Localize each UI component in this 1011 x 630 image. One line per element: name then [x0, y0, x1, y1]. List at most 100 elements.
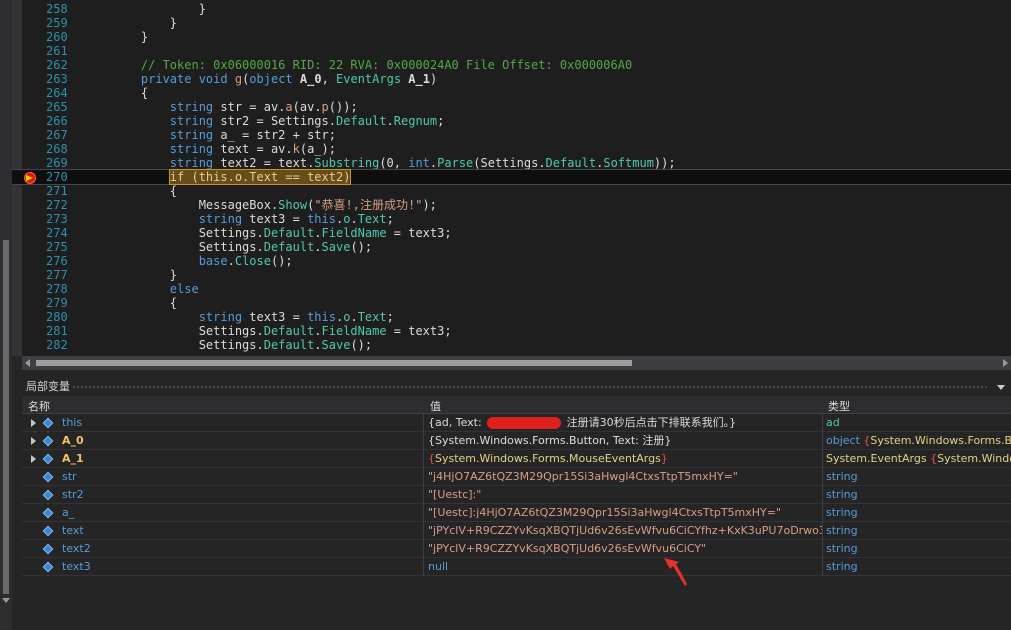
locals-row[interactable]: str "j4HjO7AZ6tQZ3M29Qpr15Si3aHwgl4CtxsTt…: [22, 468, 1011, 486]
code-text[interactable]: }: [112, 16, 177, 30]
code-line[interactable]: 260 }: [12, 30, 1011, 44]
code-line[interactable]: 263 private void g(object A_0, EventArgs…: [12, 72, 1011, 86]
code-line[interactable]: 261: [12, 44, 1011, 58]
name-cell[interactable]: A_0: [22, 432, 424, 450]
type-cell[interactable]: ad: [824, 414, 1011, 432]
value-cell[interactable]: "jPYclV+R9CZZYvKsqXBQTjUd6v26sEvWfvu6CiC…: [425, 522, 823, 540]
column-header-type[interactable]: 类型: [828, 398, 850, 414]
code-line[interactable]: 281 Settings.Default.FieldName = text3;: [12, 324, 1011, 338]
code-line[interactable]: 268 string text = av.k(a_);: [12, 142, 1011, 156]
horizontal-scrollbar-thumb[interactable]: [36, 360, 632, 366]
locals-row[interactable]: a_ "[Uestc]:j4HjO7AZ6tQZ3M29Qpr15Si3aHwgl…: [22, 504, 1011, 522]
code-line[interactable]: 273 string text3 = this.o.Text;: [12, 212, 1011, 226]
locals-row[interactable]: A_0 {System.Windows.Forms.Button, Text: 注…: [22, 432, 1011, 450]
type-cell[interactable]: string: [824, 468, 1011, 486]
code-line[interactable]: 267 string a_ = str2 + str;: [12, 128, 1011, 142]
code-text[interactable]: {: [112, 296, 177, 310]
code-text[interactable]: Settings.Default.Save();: [112, 240, 372, 254]
code-line[interactable]: 278 else: [12, 282, 1011, 296]
code-line[interactable]: 279 {: [12, 296, 1011, 310]
scroll-down-arrow-icon[interactable]: [2, 598, 10, 603]
code-text[interactable]: string str = av.a(av.p());: [112, 100, 358, 114]
value-cell[interactable]: "jPYclV+R9CZZYvKsqXBQTjUd6v26sEvWfvu6CiC…: [425, 540, 823, 558]
name-cell[interactable]: text3: [22, 558, 424, 576]
code-line[interactable]: 271 {: [12, 184, 1011, 198]
name-cell[interactable]: text2: [22, 540, 424, 558]
value-cell[interactable]: {System.Windows.Forms.MouseEventArgs}: [425, 450, 823, 468]
scroll-left-arrow-icon[interactable]: [25, 359, 30, 367]
code-line[interactable]: 277 }: [12, 268, 1011, 282]
code-text[interactable]: base.Close();: [112, 254, 293, 268]
value-cell[interactable]: null: [425, 558, 823, 576]
value-cell[interactable]: "j4HjO7AZ6tQZ3M29Qpr15Si3aHwgl4CtxsTtpT5…: [425, 468, 823, 486]
window-menu-dropdown-icon[interactable]: [997, 385, 1005, 390]
name-cell[interactable]: a_: [22, 504, 424, 522]
code-line[interactable]: 258 }: [12, 2, 1011, 16]
code-text[interactable]: string text2 = text.Substring(0, int.Par…: [112, 156, 676, 170]
code-line[interactable]: 275 Settings.Default.Save();: [12, 240, 1011, 254]
code-line[interactable]: 262 // Token: 0x06000016 RID: 22 RVA: 0x…: [12, 58, 1011, 72]
code-line[interactable]: 270 if (this.o.Text == text2): [12, 169, 1011, 185]
code-line[interactable]: 266 string str2 = Settings.Default.Regnu…: [12, 114, 1011, 128]
code-text[interactable]: string text3 = this.o.Text;: [112, 310, 394, 324]
type-cell[interactable]: string: [824, 522, 1011, 540]
type-cell[interactable]: string: [824, 540, 1011, 558]
code-line[interactable]: 272 MessageBox.Show("恭喜!,注册成功!");: [12, 198, 1011, 212]
code-line[interactable]: 274 Settings.Default.FieldName = text3;: [12, 226, 1011, 240]
code-line[interactable]: 282 Settings.Default.Save();: [12, 338, 1011, 352]
value-cell[interactable]: "[Uestc]:j4HjO7AZ6tQZ3M29Qpr15Si3aHwgl4C…: [425, 504, 823, 522]
expander-triangle-icon[interactable]: [31, 419, 36, 427]
code-line[interactable]: 264 {: [12, 86, 1011, 100]
horizontal-scrollbar[interactable]: [22, 356, 1011, 370]
value-cell[interactable]: {System.Windows.Forms.Button, Text: 注册}: [425, 432, 823, 450]
column-header-value[interactable]: 值: [430, 398, 441, 414]
scroll-right-arrow-icon[interactable]: [1003, 359, 1008, 367]
type-cell[interactable]: System.EventArgs {System.Windows...: [824, 450, 1011, 468]
locals-row[interactable]: text3 null string: [22, 558, 1011, 576]
left-vertical-scrollbar[interactable]: [0, 0, 12, 630]
code-text[interactable]: private void g(object A_0, EventArgs A_1…: [112, 72, 437, 86]
scrollbar-thumb[interactable]: [3, 240, 9, 594]
type-cell[interactable]: string: [824, 558, 1011, 576]
locals-row[interactable]: this {ad, Text: 注册请30秒后点击下排联系我们。} ad: [22, 414, 1011, 432]
code-text[interactable]: else: [112, 282, 199, 296]
code-editor[interactable]: 258 } 259 } 260 } 261 262 // Token: 0x060000…: [12, 0, 1011, 356]
code-text[interactable]: string str2 = Settings.Default.Regnum;: [112, 114, 445, 128]
name-cell[interactable]: text: [22, 522, 424, 540]
locals-row[interactable]: text "jPYclV+R9CZZYvKsqXBQTjUd6v26sEvWfvu…: [22, 522, 1011, 540]
type-cell[interactable]: object {System.Windows.Forms.Butt...: [824, 432, 1011, 450]
type-cell[interactable]: string: [824, 486, 1011, 504]
code-text[interactable]: {: [112, 86, 148, 100]
code-text[interactable]: {: [112, 184, 177, 198]
code-text[interactable]: MessageBox.Show("恭喜!,注册成功!");: [112, 198, 437, 212]
code-text[interactable]: Settings.Default.FieldName = text3;: [112, 226, 452, 240]
locals-title-bar[interactable]: 局部变量: [22, 378, 1011, 396]
value-cell[interactable]: {ad, Text: 注册请30秒后点击下排联系我们。}: [425, 414, 823, 432]
name-cell[interactable]: str: [22, 468, 424, 486]
locals-row[interactable]: text2 "jPYclV+R9CZZYvKsqXBQTjUd6v26sEvWfv…: [22, 540, 1011, 558]
code-text[interactable]: }: [112, 268, 177, 282]
code-text[interactable]: string text = av.k(a_);: [112, 142, 336, 156]
code-line[interactable]: 280 string text3 = this.o.Text;: [12, 310, 1011, 324]
locals-row[interactable]: A_1 {System.Windows.Forms.MouseEventArgs}…: [22, 450, 1011, 468]
locals-row[interactable]: str2 "[Uestc]:" string: [22, 486, 1011, 504]
value-cell[interactable]: "[Uestc]:": [425, 486, 823, 504]
code-line[interactable]: 259 }: [12, 16, 1011, 30]
code-text[interactable]: Settings.Default.FieldName = text3;: [112, 324, 452, 338]
code-text[interactable]: string a_ = str2 + str;: [112, 128, 336, 142]
code-text[interactable]: }: [112, 30, 148, 44]
code-text[interactable]: // Token: 0x06000016 RID: 22 RVA: 0x0000…: [112, 58, 632, 72]
code-text[interactable]: Settings.Default.Save();: [112, 338, 372, 352]
code-line[interactable]: 265 string str = av.a(av.p());: [12, 100, 1011, 114]
name-cell[interactable]: this: [22, 414, 424, 432]
code-text[interactable]: }: [112, 2, 206, 16]
code-line[interactable]: 276 base.Close();: [12, 254, 1011, 268]
name-cell[interactable]: str2: [22, 486, 424, 504]
expander-triangle-icon[interactable]: [31, 455, 36, 463]
title-grip[interactable]: [72, 385, 987, 389]
expander-triangle-icon[interactable]: [31, 437, 36, 445]
code-text[interactable]: if (this.o.Text == text2): [112, 169, 352, 185]
code-line[interactable]: 269 string text2 = text.Substring(0, int…: [12, 156, 1011, 170]
column-header-name[interactable]: 名称: [28, 398, 50, 414]
name-cell[interactable]: A_1: [22, 450, 424, 468]
